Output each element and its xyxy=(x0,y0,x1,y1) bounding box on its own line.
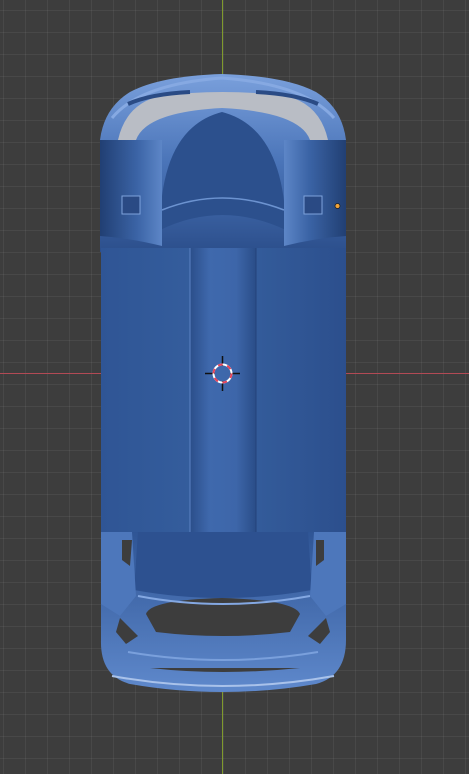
object-origin-marker[interactable] xyxy=(334,203,341,209)
rear-frame xyxy=(100,532,346,692)
viewport-canvas[interactable] xyxy=(0,0,469,774)
3d-viewport[interactable] xyxy=(0,0,469,774)
left-front-pillar xyxy=(100,140,162,246)
right-front-pillar xyxy=(284,140,346,246)
